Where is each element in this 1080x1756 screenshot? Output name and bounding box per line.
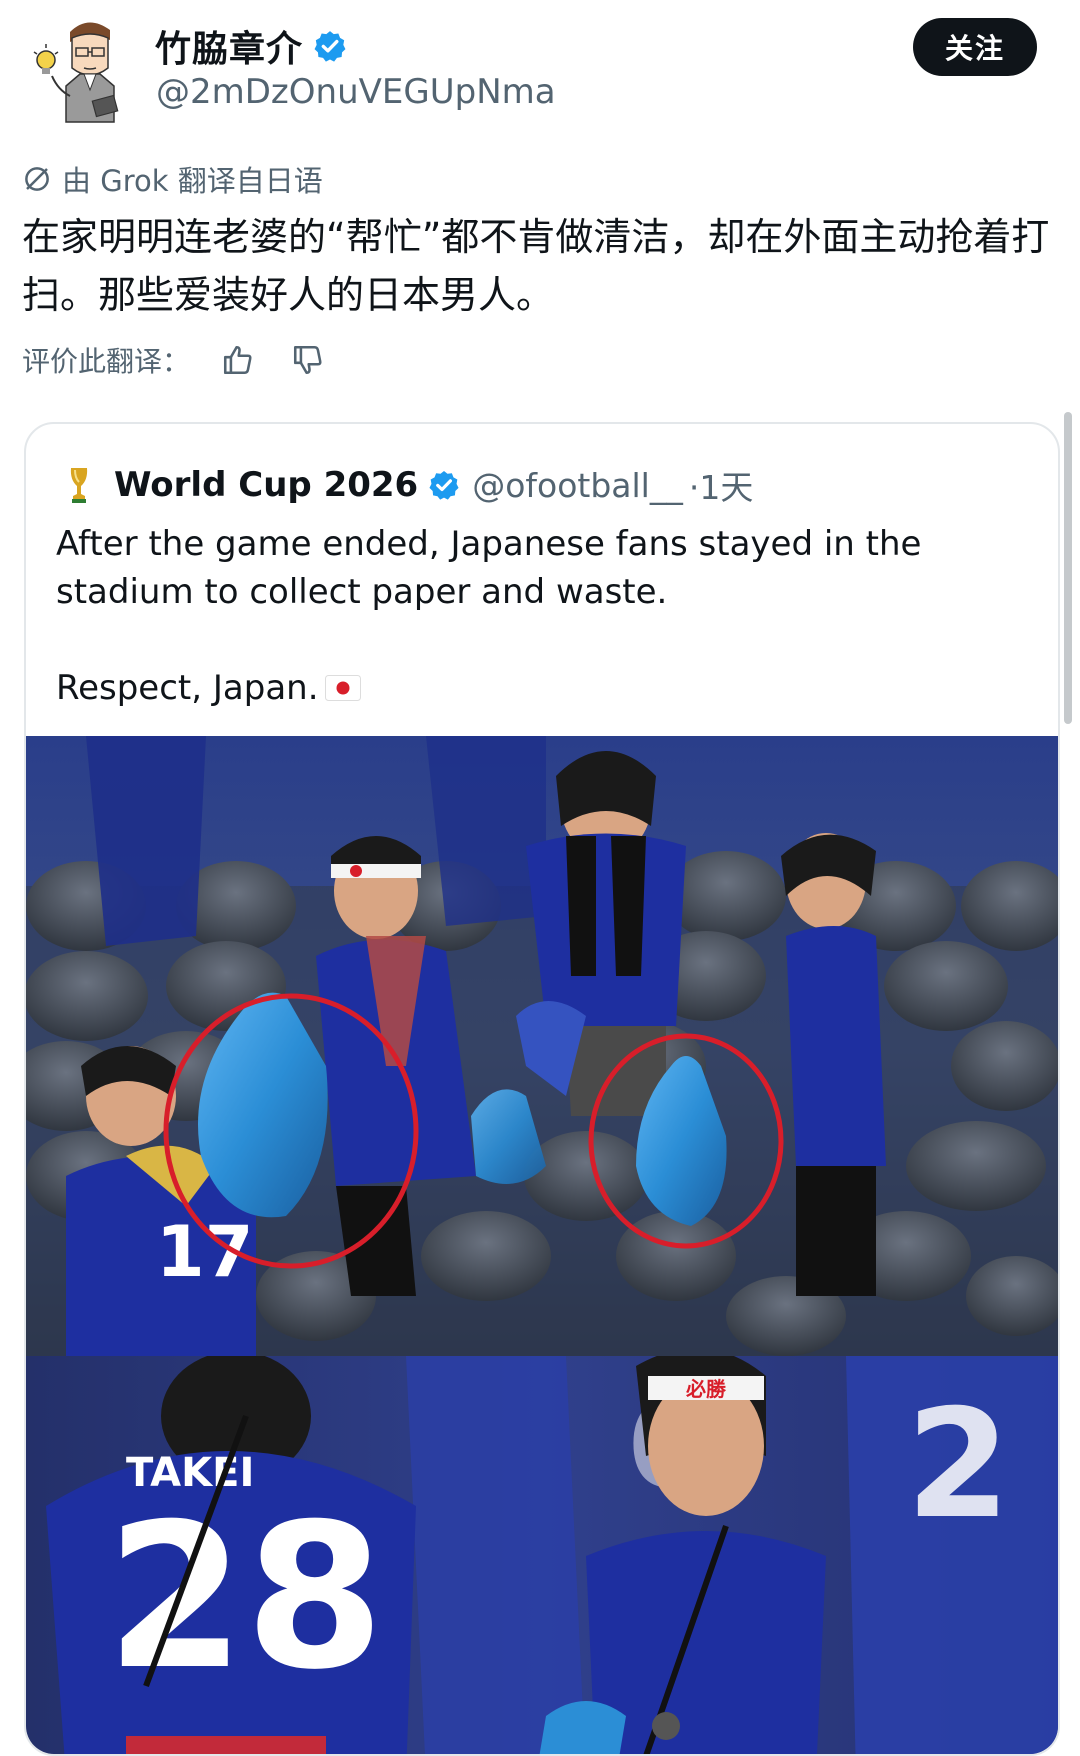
quoted-post-header: World Cup 2026 @ofootball__ ·1天 <box>66 460 753 510</box>
quoted-author-handle[interactable]: @ofootball__ <box>472 466 683 505</box>
follow-button[interactable]: 关注 <box>913 18 1037 76</box>
quoted-post-time: ·1天 <box>688 468 754 507</box>
author-display-name[interactable]: 竹脇章介 <box>155 20 303 72</box>
translate-icon <box>25 167 49 191</box>
avatar[interactable] <box>28 10 138 125</box>
rate-translation-row: 评价此翻译： <box>22 340 326 380</box>
thumbs-up-icon[interactable] <box>220 342 256 378</box>
japan-flag-icon <box>324 675 361 701</box>
author-handle[interactable]: @2mDzOnuVEGUpNma <box>156 72 556 112</box>
fans-in-jerseys-photo[interactable]: 6 2 TAKEI 28 必勝 <box>26 1356 1058 1756</box>
post-header: 竹脇章介 @2mDzOnuVEGUpNma 关注 <box>0 0 1080 140</box>
quoted-author-name[interactable]: World Cup 2026 <box>114 465 418 505</box>
svg-text:必勝: 必勝 <box>685 1377 727 1401</box>
quoted-post-line1: After the game ended, Japanese fans stay… <box>56 524 922 612</box>
quoted-post-line2: Respect, Japan. <box>56 668 319 708</box>
rate-translation-label: 评价此翻译： <box>22 345 191 378</box>
trophy-icon <box>70 468 88 503</box>
quoted-post-text: After the game ended, Japanese fans stay… <box>56 520 1016 712</box>
author-name-row[interactable]: 竹脇章介 <box>155 20 347 72</box>
thumbs-down-icon[interactable] <box>290 342 326 378</box>
svg-text:2: 2 <box>906 1378 1010 1552</box>
post-body-text: 在家明明连老婆的“帮忙”都不肯做清洁，却在外面主动抢着打扫。那些爱装好人的日本男… <box>22 215 1050 317</box>
translation-note-text: 由 Grok 翻译自日语 <box>62 164 323 198</box>
scrollbar[interactable] <box>1064 412 1072 724</box>
translation-note: 由 Grok 翻译自日语 <box>22 158 323 200</box>
fans-cleaning-photo[interactable]: 17 <box>26 736 1058 1356</box>
quoted-post-card[interactable]: World Cup 2026 @ofootball__ ·1天 After th… <box>24 422 1060 1756</box>
verified-badge-icon <box>314 31 346 62</box>
verified-badge-icon <box>429 471 459 500</box>
